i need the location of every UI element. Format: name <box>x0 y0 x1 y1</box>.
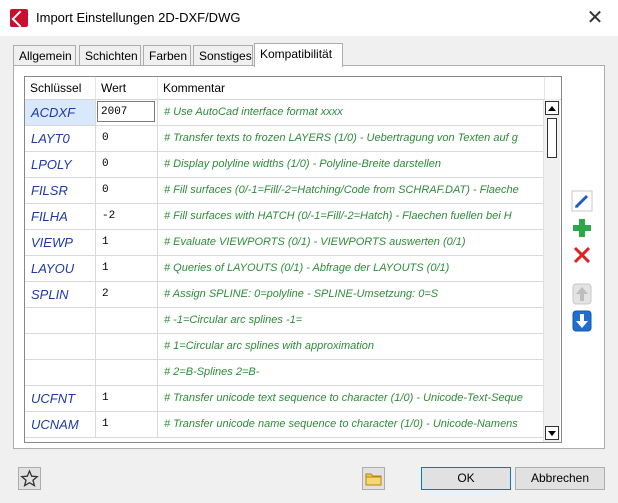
key-cell[interactable]: VIEWP <box>25 230 96 255</box>
key-cell[interactable]: FILHA <box>25 204 96 229</box>
open-folder-button[interactable] <box>362 467 385 490</box>
comment-cell[interactable]: # Transfer unicode name sequence to char… <box>158 412 545 437</box>
column-header-comment[interactable]: Kommentar <box>158 77 545 99</box>
key-cell[interactable]: UCNAM <box>25 412 96 437</box>
settings-table: Schlüssel Wert Kommentar ACDXF # Use Aut… <box>24 76 562 443</box>
scroll-down-button[interactable] <box>545 426 559 440</box>
value-cell[interactable] <box>96 334 158 359</box>
key-cell[interactable] <box>25 308 96 333</box>
comment-cell[interactable]: # Display polyline widths (1/0) - Polyli… <box>158 152 545 177</box>
ok-button[interactable]: OK <box>421 467 511 490</box>
comment-cell[interactable]: # Transfer texts to frozen LAYERS (1/0) … <box>158 126 545 151</box>
value-cell[interactable]: 1 <box>96 412 158 437</box>
red-x-icon <box>573 246 591 264</box>
table-row[interactable]: VIEWP 1 # Evaluate VIEWPORTS (0/1) - VIE… <box>25 230 545 256</box>
value-cell[interactable]: 0 <box>96 126 158 151</box>
comment-cell[interactable]: # Assign SPLINE: 0=polyline - SPLINE-Ums… <box>158 282 545 307</box>
key-cell[interactable]: ACDXF <box>25 100 96 125</box>
table-row[interactable]: FILHA -2 # Fill surfaces with HATCH (0/-… <box>25 204 545 230</box>
tab-schichten[interactable]: Schichten <box>79 45 141 65</box>
cancel-button[interactable]: Abbrechen <box>515 467 605 490</box>
comment-cell[interactable]: # Use AutoCad interface format xxxx <box>158 100 545 125</box>
comment-cell[interactable]: # Evaluate VIEWPORTS (0/1) - VIEWPORTS a… <box>158 230 545 255</box>
tab-allgemein[interactable]: Allgemein <box>13 45 76 65</box>
key-cell[interactable] <box>25 334 96 359</box>
comment-cell[interactable]: # Fill surfaces with HATCH (0/-1=Fill/-2… <box>158 204 545 229</box>
key-cell[interactable]: FILSR <box>25 178 96 203</box>
tab-kompatibilitaet[interactable]: Kompatibilität <box>254 43 343 67</box>
title-bar: Import Einstellungen 2D-DXF/DWG ✕ <box>0 0 618 36</box>
table-row[interactable]: # -1=Circular arc splines -1= <box>25 308 545 334</box>
scroll-thumb[interactable] <box>547 118 557 158</box>
table-header: Schlüssel Wert Kommentar <box>25 77 561 100</box>
value-cell[interactable]: 1 <box>96 386 158 411</box>
table-row[interactable]: ACDXF # Use AutoCad interface format xxx… <box>25 100 545 126</box>
value-cell[interactable]: 1 <box>96 256 158 281</box>
key-cell[interactable]: SPLIN <box>25 282 96 307</box>
scroll-up-button[interactable] <box>545 101 559 115</box>
star-icon <box>20 469 39 487</box>
comment-cell[interactable]: # Fill surfaces (0/-1=Fill/-2=Hatching/C… <box>158 178 545 203</box>
move-up-button[interactable] <box>571 283 593 305</box>
key-cell[interactable]: UCFNT <box>25 386 96 411</box>
value-cell[interactable]: 0 <box>96 178 158 203</box>
value-cell[interactable]: 1 <box>96 230 158 255</box>
table-row[interactable]: UCFNT 1 # Transfer unicode text sequence… <box>25 386 545 412</box>
comment-cell[interactable]: # Transfer unicode text sequence to char… <box>158 386 545 411</box>
value-cell[interactable]: 2 <box>96 282 158 307</box>
add-button[interactable] <box>571 217 593 239</box>
favorite-button[interactable] <box>18 467 41 490</box>
table-row[interactable]: FILSR 0 # Fill surfaces (0/-1=Fill/-2=Ha… <box>25 178 545 204</box>
tab-farben[interactable]: Farben <box>143 45 191 65</box>
column-header-key[interactable]: Schlüssel <box>25 77 96 99</box>
table-row[interactable]: SPLIN 2 # Assign SPLINE: 0=polyline - SP… <box>25 282 545 308</box>
edit-button[interactable] <box>571 190 593 212</box>
table-row[interactable]: LAYOU 1 # Queries of LAYOUTS (0/1) - Abf… <box>25 256 545 282</box>
close-button[interactable]: ✕ <box>582 6 608 30</box>
key-cell[interactable]: LAYT0 <box>25 126 96 151</box>
table-row[interactable]: LPOLY 0 # Display polyline widths (1/0) … <box>25 152 545 178</box>
tab-sonstiges[interactable]: Sonstiges <box>193 45 253 65</box>
arrow-down-icon <box>572 310 592 332</box>
window-title: Import Einstellungen 2D-DXF/DWG <box>36 10 241 25</box>
value-cell[interactable]: 0 <box>96 152 158 177</box>
value-cell[interactable] <box>96 100 158 125</box>
pencil-icon <box>571 190 593 212</box>
comment-cell[interactable]: # 2=B-Splines 2=B- <box>158 360 545 385</box>
value-cell[interactable] <box>96 308 158 333</box>
key-cell[interactable] <box>25 360 96 385</box>
plus-icon <box>573 219 591 237</box>
key-cell[interactable]: LAYOU <box>25 256 96 281</box>
value-cell[interactable] <box>96 360 158 385</box>
table-row[interactable]: LAYT0 0 # Transfer texts to frozen LAYER… <box>25 126 545 152</box>
value-input[interactable] <box>97 101 155 122</box>
folder-icon <box>365 473 382 486</box>
table-row[interactable]: # 2=B-Splines 2=B- <box>25 360 545 386</box>
value-cell[interactable]: -2 <box>96 204 158 229</box>
delete-button[interactable] <box>571 244 593 266</box>
comment-cell[interactable]: # 1=Circular arc splines with approximat… <box>158 334 545 359</box>
comment-cell[interactable]: # Queries of LAYOUTS (0/1) - Abfrage der… <box>158 256 545 281</box>
move-down-button[interactable] <box>571 310 593 332</box>
arrow-up-icon <box>572 283 592 305</box>
comment-cell[interactable]: # -1=Circular arc splines -1= <box>158 308 545 333</box>
column-header-value[interactable]: Wert <box>96 77 158 99</box>
table-row[interactable]: UCNAM 1 # Transfer unicode name sequence… <box>25 412 545 438</box>
table-row[interactable]: # 1=Circular arc splines with approximat… <box>25 334 545 360</box>
key-cell[interactable]: LPOLY <box>25 152 96 177</box>
vertical-scrollbar[interactable] <box>543 99 560 442</box>
app-icon <box>10 9 28 27</box>
